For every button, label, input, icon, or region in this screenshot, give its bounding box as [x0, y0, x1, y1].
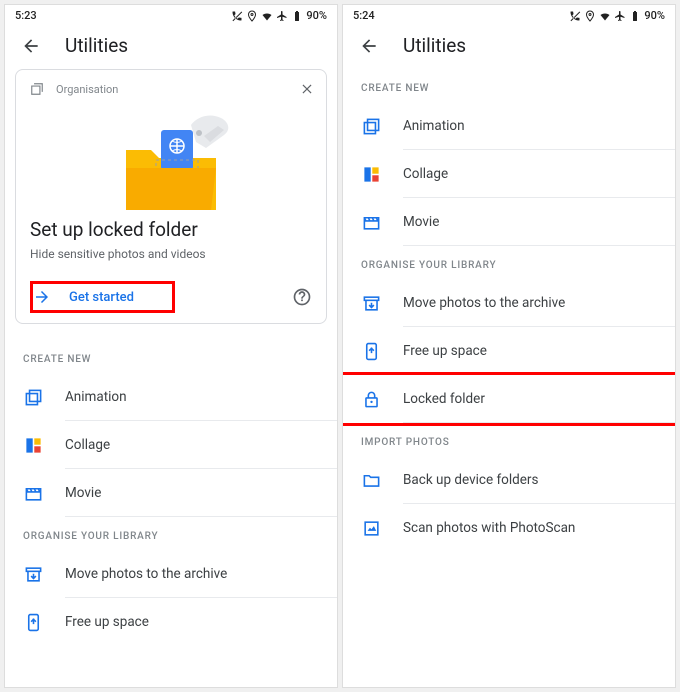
card-category: Organisation [56, 83, 118, 96]
wifi-icon [261, 10, 273, 22]
folder-icon [362, 471, 381, 490]
folder-illustration [30, 98, 312, 216]
card-subtitle: Hide sensitive photos and videos [30, 247, 312, 261]
airplane-icon [276, 10, 288, 22]
card-header: Organisation [30, 82, 312, 96]
list-item-label: Animation [65, 389, 127, 405]
get-started-button[interactable]: Get started [30, 281, 175, 313]
list-item-label: Move photos to the archive [65, 566, 227, 582]
status-icons: 90% [231, 9, 327, 22]
get-started-label: Get started [69, 290, 134, 305]
list-item-free-space[interactable]: Free up space [343, 327, 675, 375]
list-item-label: Animation [403, 118, 465, 134]
status-bar: 5:23 90% [5, 5, 337, 24]
status-time: 5:23 [15, 9, 37, 22]
archive-icon [24, 565, 43, 584]
battery-percent: 90% [644, 9, 665, 22]
list-item-locked-folder[interactable]: Locked folder [343, 372, 675, 426]
card-title: Set up locked folder [30, 218, 312, 241]
list-item-label: Back up device folders [403, 472, 538, 488]
list-item-label: Collage [403, 166, 448, 182]
list-item-movie[interactable]: Movie [343, 198, 675, 246]
close-icon[interactable] [300, 82, 314, 96]
list-item-free-space[interactable]: Free up space [5, 598, 337, 646]
list-item-collage[interactable]: Collage [343, 150, 675, 198]
list-item-label: Move photos to the archive [403, 295, 565, 311]
page-title: Utilities [65, 34, 128, 57]
list-item-photoscan[interactable]: Scan photos with PhotoScan [343, 504, 675, 552]
list-item-backup-folders[interactable]: Back up device folders [343, 456, 675, 504]
phone-right: 5:24 90% Utilities CREATE NEW Animation … [342, 4, 676, 688]
back-icon[interactable] [21, 36, 41, 56]
card-actions: Get started [30, 277, 312, 313]
collage-icon [362, 165, 381, 184]
photoscan-icon [362, 519, 381, 538]
phone-off-icon [231, 10, 243, 22]
phone-off-icon [569, 10, 581, 22]
section-create-new-header: CREATE NEW [343, 69, 675, 102]
status-time: 5:24 [353, 9, 375, 22]
archive-icon [362, 294, 381, 313]
free-space-icon [24, 613, 43, 632]
help-icon[interactable] [292, 287, 312, 307]
free-space-icon [362, 342, 381, 361]
organisation-icon [30, 82, 44, 96]
list-item-label: Movie [65, 485, 101, 501]
list-item-label: Free up space [403, 343, 487, 359]
movie-icon [362, 213, 381, 232]
section-create-new-header: CREATE NEW [5, 340, 337, 373]
section-organise-header: ORGANISE YOUR LIBRARY [343, 246, 675, 279]
airplane-icon [614, 10, 626, 22]
list-item-animation[interactable]: Animation [5, 373, 337, 421]
status-bar: 5:24 90% [343, 5, 675, 24]
list-item-animation[interactable]: Animation [343, 102, 675, 150]
section-import-header: IMPORT PHOTOS [343, 423, 675, 456]
battery-percent: 90% [306, 9, 327, 22]
lock-icon [362, 390, 381, 409]
page-title: Utilities [403, 34, 466, 57]
location-icon [246, 10, 258, 22]
status-icons: 90% [569, 9, 665, 22]
battery-icon [629, 10, 641, 22]
list-item-archive[interactable]: Move photos to the archive [343, 279, 675, 327]
setup-locked-folder-card: Organisation Set up locke [15, 69, 327, 324]
list-item-label: Locked folder [403, 391, 485, 407]
list-item-label: Scan photos with PhotoScan [403, 520, 575, 536]
app-bar: Utilities [5, 24, 337, 69]
phone-left: 5:23 90% Utilities Organisation [4, 4, 338, 688]
list-item-label: Free up space [65, 614, 149, 630]
battery-icon [291, 10, 303, 22]
content-area: CREATE NEW Animation Collage Movie ORGAN… [343, 69, 675, 687]
back-icon[interactable] [359, 36, 379, 56]
animation-icon [362, 117, 381, 136]
animation-icon [24, 388, 43, 407]
list-item-label: Collage [65, 437, 110, 453]
section-organise-header: ORGANISE YOUR LIBRARY [5, 517, 337, 550]
location-icon [584, 10, 596, 22]
arrow-right-icon [33, 288, 51, 306]
movie-icon [24, 484, 43, 503]
list-item-collage[interactable]: Collage [5, 421, 337, 469]
app-bar: Utilities [343, 24, 675, 69]
collage-icon [24, 436, 43, 455]
content-area: Organisation Set up locke [5, 69, 337, 687]
list-item-archive[interactable]: Move photos to the archive [5, 550, 337, 598]
list-item-movie[interactable]: Movie [5, 469, 337, 517]
wifi-icon [599, 10, 611, 22]
list-item-label: Movie [403, 214, 439, 230]
